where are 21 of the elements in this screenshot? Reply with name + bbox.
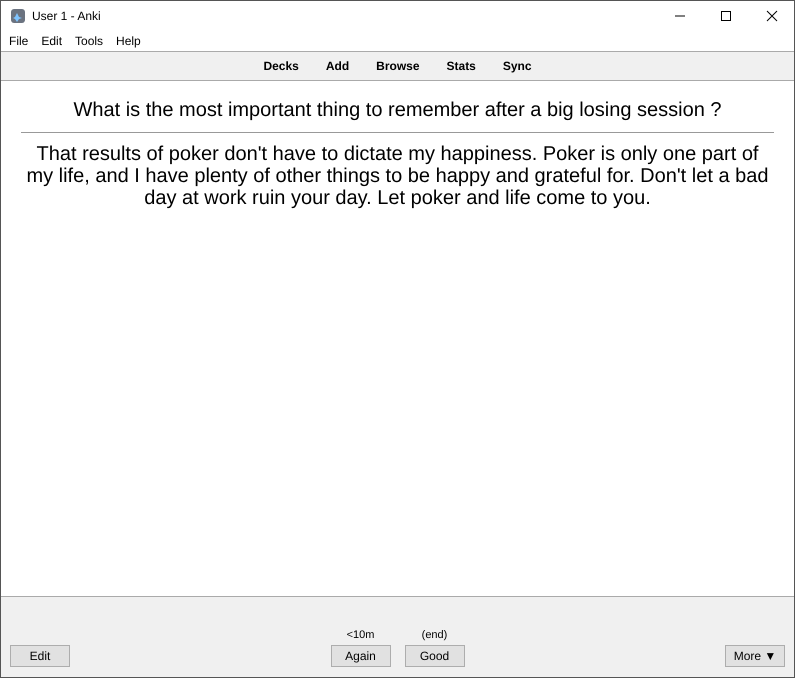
question-text: What is the most important thing to remember after a big losing session ? xyxy=(72,99,723,122)
window-title: User 1 - Anki xyxy=(32,9,101,23)
more-button[interactable]: More ▼ xyxy=(725,645,785,667)
interval-label: <10m xyxy=(346,629,374,641)
toolbar-link[interactable]: Add xyxy=(326,59,350,73)
answer-button[interactable]: Good xyxy=(404,645,464,667)
toolbar-link[interactable]: Decks xyxy=(263,59,299,73)
interval-label: (end) xyxy=(422,629,448,641)
toolbar-link[interactable]: Sync xyxy=(502,59,532,73)
edit-button[interactable]: Edit xyxy=(10,645,70,667)
toolbar-link[interactable]: Stats xyxy=(446,59,476,73)
app-icon xyxy=(10,8,26,24)
menu-item[interactable]: Edit xyxy=(41,34,62,48)
toolbar-link[interactable]: Browse xyxy=(376,59,420,73)
menu-item[interactable]: File xyxy=(9,34,28,48)
close-icon[interactable] xyxy=(766,10,778,22)
maximize-icon[interactable] xyxy=(720,10,732,22)
answer-button[interactable]: Again xyxy=(330,645,390,667)
menu-item[interactable]: Help xyxy=(116,34,141,48)
answer-text: That results of poker don't have to dictate my happiness. Poker is only one part of my life, and I have plenty of other things to be happy and grateful for. Don't let a bad day at work ruin your day. Let poker and life come to you. xyxy=(25,143,770,209)
menu-item[interactable]: Tools xyxy=(75,34,104,48)
